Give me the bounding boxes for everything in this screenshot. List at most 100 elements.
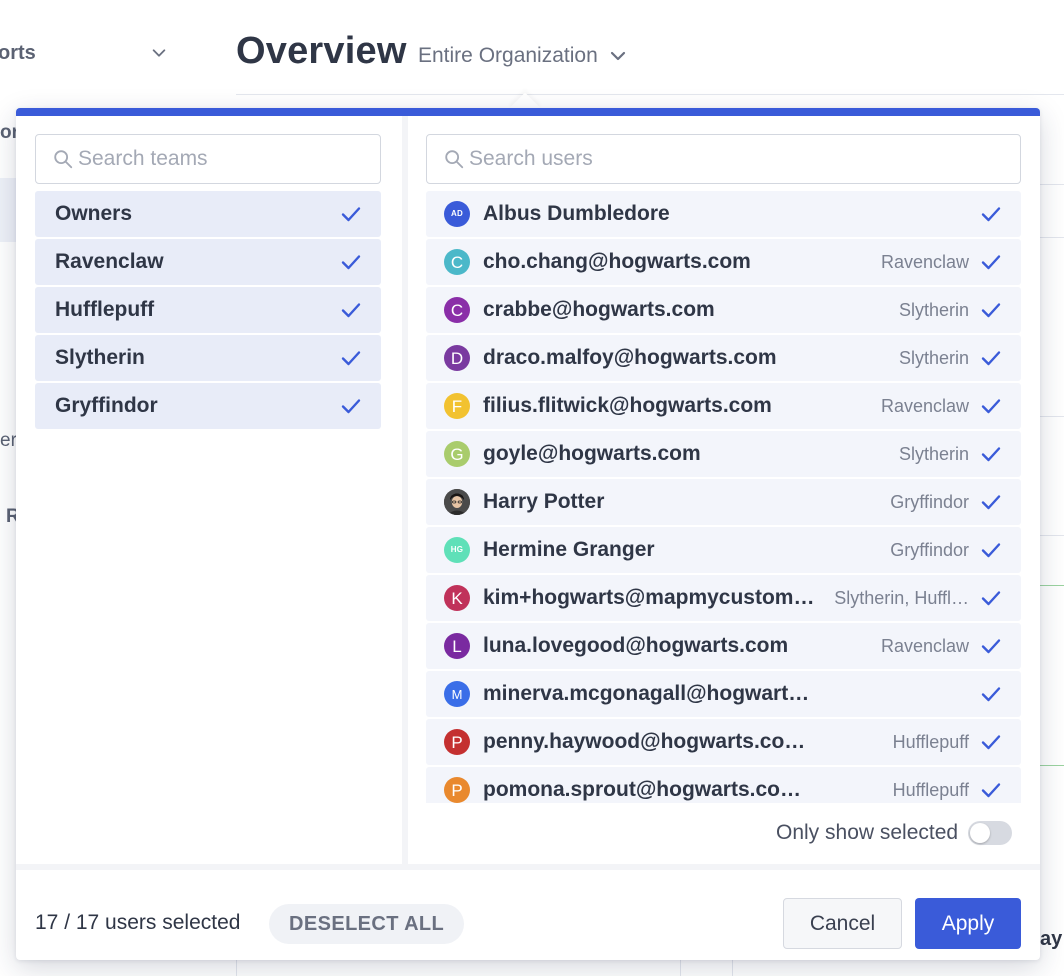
checkmark-icon [979, 250, 1003, 274]
selection-count: 17 / 17 users selected [35, 911, 241, 934]
checkmark-icon [339, 394, 363, 418]
user-team-label: Ravenclaw [880, 395, 969, 416]
team-option[interactable]: Ravenclaw [35, 239, 381, 285]
user-team-label: Hufflepuff [892, 779, 969, 800]
search-icon [445, 150, 464, 169]
user-name: Hermine Granger [483, 538, 655, 561]
checkmark-icon [979, 490, 1003, 514]
column-divider [402, 116, 408, 864]
user-name: luna.lovegood@hogwarts.com [483, 634, 789, 657]
scope-selector[interactable]: Entire Organization [418, 40, 628, 72]
user-option[interactable]: Ddraco.malfoy@hogwarts.com Slytherin [426, 335, 1021, 381]
user-team-label: Slytherin [898, 347, 969, 368]
background-gridline [1040, 416, 1064, 417]
user-name: kim+hogwarts@mapmycustom… [483, 586, 815, 609]
user-team-label: Slytherin [898, 299, 969, 320]
user-option[interactable]: Ffilius.flitwick@hogwarts.com Ravenclaw [426, 383, 1021, 429]
checkmark-icon [979, 394, 1003, 418]
user-name: crabbe@hogwarts.com [483, 298, 715, 321]
chevron-down-icon [610, 51, 625, 61]
apply-button[interactable]: Apply [915, 898, 1021, 949]
checkmark-icon [979, 682, 1003, 706]
user-team-label: Ravenclaw [880, 635, 969, 656]
user-option[interactable]: Harry Potter Gryffindor [426, 479, 1021, 525]
user-option[interactable]: Mminerva.mcgonagall@hogwart… [426, 671, 1021, 717]
checkmark-icon [979, 298, 1003, 322]
teams-search-input[interactable] [78, 147, 380, 171]
users-search-input[interactable] [469, 147, 1020, 171]
checkmark-icon [339, 298, 363, 322]
user-team-label: Slytherin [898, 443, 969, 464]
chevron-down-icon[interactable] [150, 44, 168, 62]
deselect-all-button[interactable]: DESELECT ALL [269, 904, 465, 944]
header-divider [236, 94, 1064, 95]
team-option[interactable]: Hufflepuff [35, 287, 381, 333]
team-option-label: Owners [55, 202, 133, 225]
teams-search-box[interactable] [35, 134, 381, 184]
avatar: P [444, 777, 470, 803]
sidebar-item-fragment: er [0, 430, 17, 451]
team-option-label: Ravenclaw [55, 250, 164, 273]
user-team-label: Gryffindor [890, 539, 969, 560]
background-gridline [1040, 535, 1064, 536]
user-option[interactable]: Ccho.chang@hogwarts.com Ravenclaw [426, 239, 1021, 285]
avatar: F [444, 393, 470, 419]
avatar: HG [444, 537, 470, 563]
checkmark-icon [979, 634, 1003, 658]
user-name: Harry Potter [483, 490, 605, 513]
user-option[interactable]: AD Albus Dumbledore [426, 191, 1021, 237]
user-option[interactable]: Lluna.lovegood@hogwarts.com Ravenclaw [426, 623, 1021, 669]
only-show-selected-toggle[interactable] [968, 821, 1013, 845]
user-name: draco.malfoy@hogwarts.com [483, 346, 777, 369]
user-name: minerva.mcgonagall@hogwart… [483, 682, 810, 705]
team-option-label: Gryffindor [55, 394, 158, 417]
team-option[interactable]: Owners [35, 191, 381, 237]
avatar: C [444, 249, 470, 275]
user-option[interactable]: Ccrabbe@hogwarts.com Slytherin [426, 287, 1021, 333]
background-chart-line [1040, 765, 1064, 766]
background-gridline [732, 960, 733, 976]
cancel-button[interactable]: Cancel [783, 898, 902, 949]
team-option[interactable]: Slytherin [35, 335, 381, 381]
user-name: cho.chang@hogwarts.com [483, 250, 751, 273]
users-search-box[interactable] [426, 134, 1021, 184]
user-name: goyle@hogwarts.com [483, 442, 701, 465]
checkmark-icon [979, 442, 1003, 466]
user-option[interactable]: Ggoyle@hogwarts.com Slytherin [426, 431, 1021, 477]
checkmark-icon [979, 730, 1003, 754]
background-gridline [236, 960, 237, 976]
user-list[interactable]: AD Albus Dumbledore Ccho.chang@hogwarts.co… [426, 191, 1021, 803]
team-option-label: Slytherin [55, 346, 145, 369]
scope-selector-label: Entire Organization [418, 44, 598, 67]
team-option[interactable]: Gryffindor [35, 383, 381, 429]
checkmark-icon [979, 202, 1003, 226]
user-team-label: Gryffindor [890, 491, 969, 512]
user-name: pomona.sprout@hogwarts.co… [483, 778, 801, 801]
team-list: Owners Ravenclaw Hufflepuff Slytherin Gryffi… [35, 191, 381, 431]
user-name: Albus Dumbledore [483, 202, 670, 225]
checkmark-icon [339, 250, 363, 274]
checkmark-icon [339, 346, 363, 370]
background-text-fragment: ay [1040, 928, 1063, 950]
user-team-label: Hufflepuff [892, 731, 969, 752]
sidebar-section-label[interactable]: orts [0, 42, 36, 65]
background-chart-line [1040, 585, 1064, 586]
avatar: G [444, 441, 470, 467]
checkmark-icon [979, 586, 1003, 610]
user-option[interactable]: Kkim+hogwarts@mapmycustom… Slytherin, Huf… [426, 575, 1021, 621]
only-show-selected-label: Only show selected [776, 821, 959, 844]
checkmark-icon [979, 538, 1003, 562]
checkmark-icon [339, 202, 363, 226]
checkmark-icon [979, 778, 1003, 802]
background-gridline [1040, 237, 1064, 238]
user-name: filius.flitwick@hogwarts.com [483, 394, 772, 417]
only-show-selected-control: Only show selected [776, 821, 1013, 845]
user-option[interactable]: Ppenny.haywood@hogwarts.co… Hufflepuff [426, 719, 1021, 765]
footer-divider [16, 864, 1040, 870]
user-option[interactable]: HG Hermine Granger Gryffindor [426, 527, 1021, 573]
avatar: K [444, 585, 470, 611]
avatar [444, 489, 470, 515]
background-gridline [680, 960, 681, 976]
sidebar-active-item [0, 178, 16, 242]
user-option[interactable]: Ppomona.sprout@hogwarts.co… Hufflepuff [426, 767, 1021, 803]
